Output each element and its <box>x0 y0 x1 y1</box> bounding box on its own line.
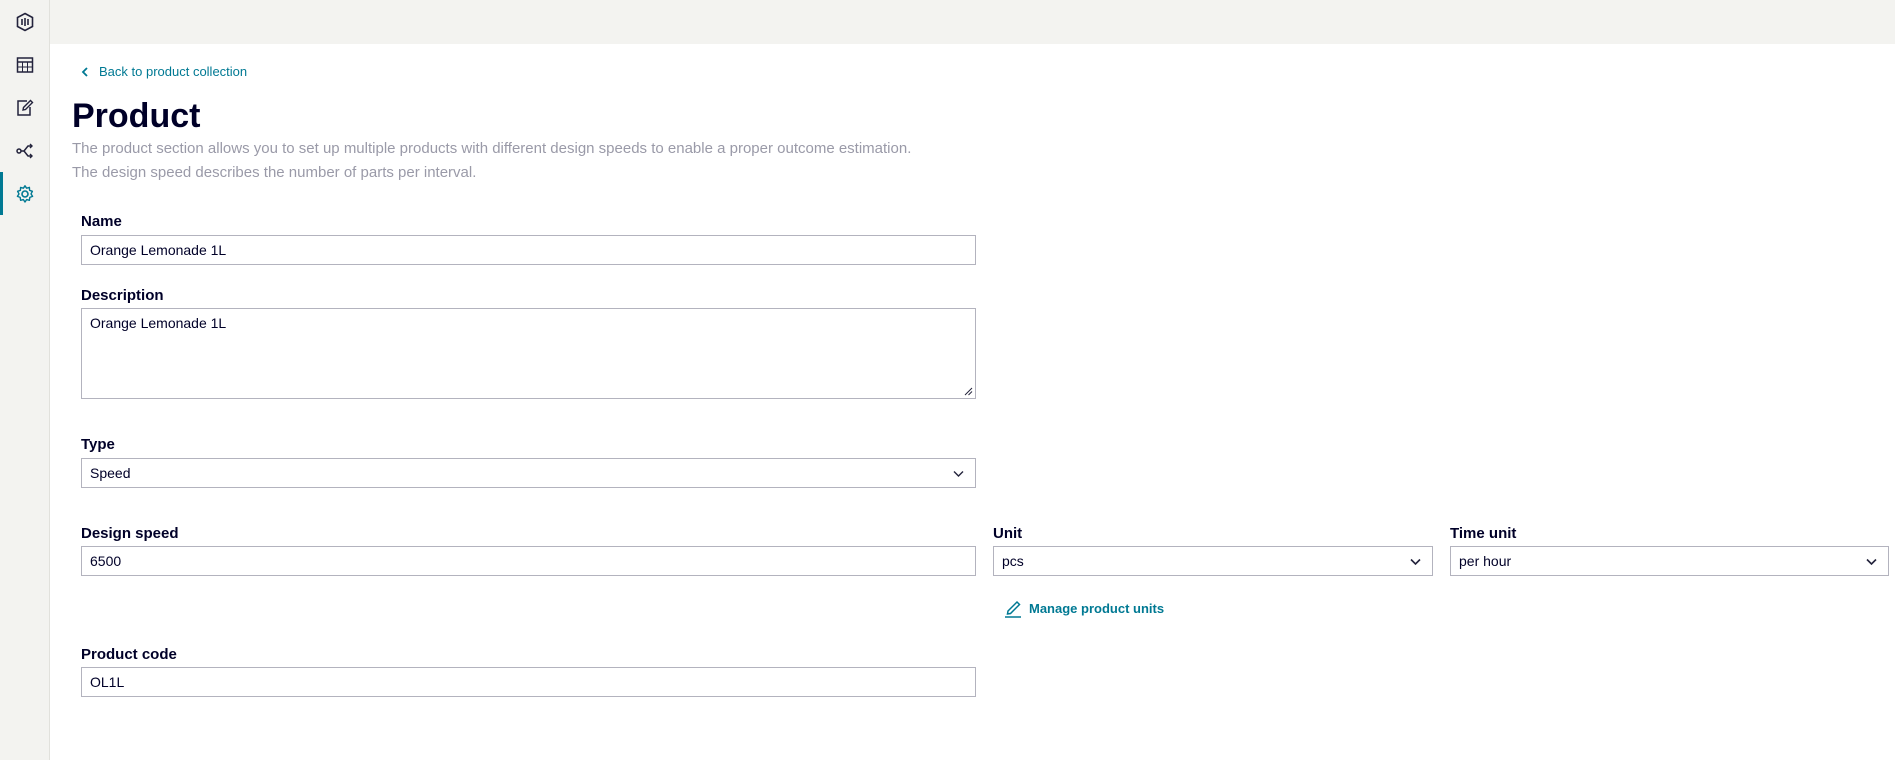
sidebar-item-home[interactable] <box>0 0 49 43</box>
chevron-down-icon <box>1866 558 1877 566</box>
back-link-label: Back to product collection <box>99 64 248 79</box>
type-select[interactable]: Speed <box>81 458 976 488</box>
name-input[interactable] <box>81 235 976 265</box>
description-label: Description <box>81 287 164 304</box>
sidebar-item-edit[interactable] <box>0 86 49 129</box>
description-textarea[interactable]: Orange Lemonade 1L <box>81 308 976 399</box>
manage-product-units-link[interactable]: Manage product units <box>1003 598 1164 618</box>
sidebar <box>0 0 50 760</box>
name-label: Name <box>81 213 122 230</box>
chevron-down-icon <box>1410 558 1421 566</box>
pencil-icon <box>1005 600 1021 618</box>
settings-icon <box>16 184 33 203</box>
sidebar-item-settings[interactable] <box>0 172 49 215</box>
unit-select[interactable]: pcs <box>993 546 1433 576</box>
time-unit-select[interactable]: per hour <box>1450 546 1889 576</box>
calendar-icon <box>16 56 33 73</box>
time-unit-label: Time unit <box>1450 525 1517 542</box>
unit-label: Unit <box>993 525 1023 542</box>
unit-select-value: pcs <box>1002 553 1024 569</box>
page-title: Product <box>72 97 201 135</box>
intro-line-1: The product section allows you to set up… <box>72 140 912 157</box>
app-logo-icon <box>16 12 33 31</box>
sidebar-item-calendar[interactable] <box>0 43 49 86</box>
sidebar-item-flow[interactable] <box>0 129 49 172</box>
top-bar <box>50 0 1895 44</box>
resize-grip-icon[interactable] <box>964 387 973 396</box>
intro-line-2: The design speed describes the number of… <box>72 164 477 181</box>
product-code-label: Product code <box>81 646 177 663</box>
flow-icon <box>15 143 33 158</box>
design-speed-input[interactable] <box>81 546 976 576</box>
type-select-value: Speed <box>90 465 131 481</box>
chevron-left-icon <box>81 66 88 77</box>
product-code-input[interactable] <box>81 667 976 697</box>
edit-note-icon <box>16 99 33 116</box>
manage-product-units-label: Manage product units <box>1029 600 1165 616</box>
design-speed-label: Design speed <box>81 525 179 542</box>
chevron-down-icon <box>953 471 964 477</box>
type-label: Type <box>81 436 115 453</box>
time-unit-select-value: per hour <box>1459 553 1512 569</box>
page-description: The product section allows you to set up… <box>72 137 1052 185</box>
back-to-collection-link[interactable]: Back to product collection <box>79 64 247 79</box>
